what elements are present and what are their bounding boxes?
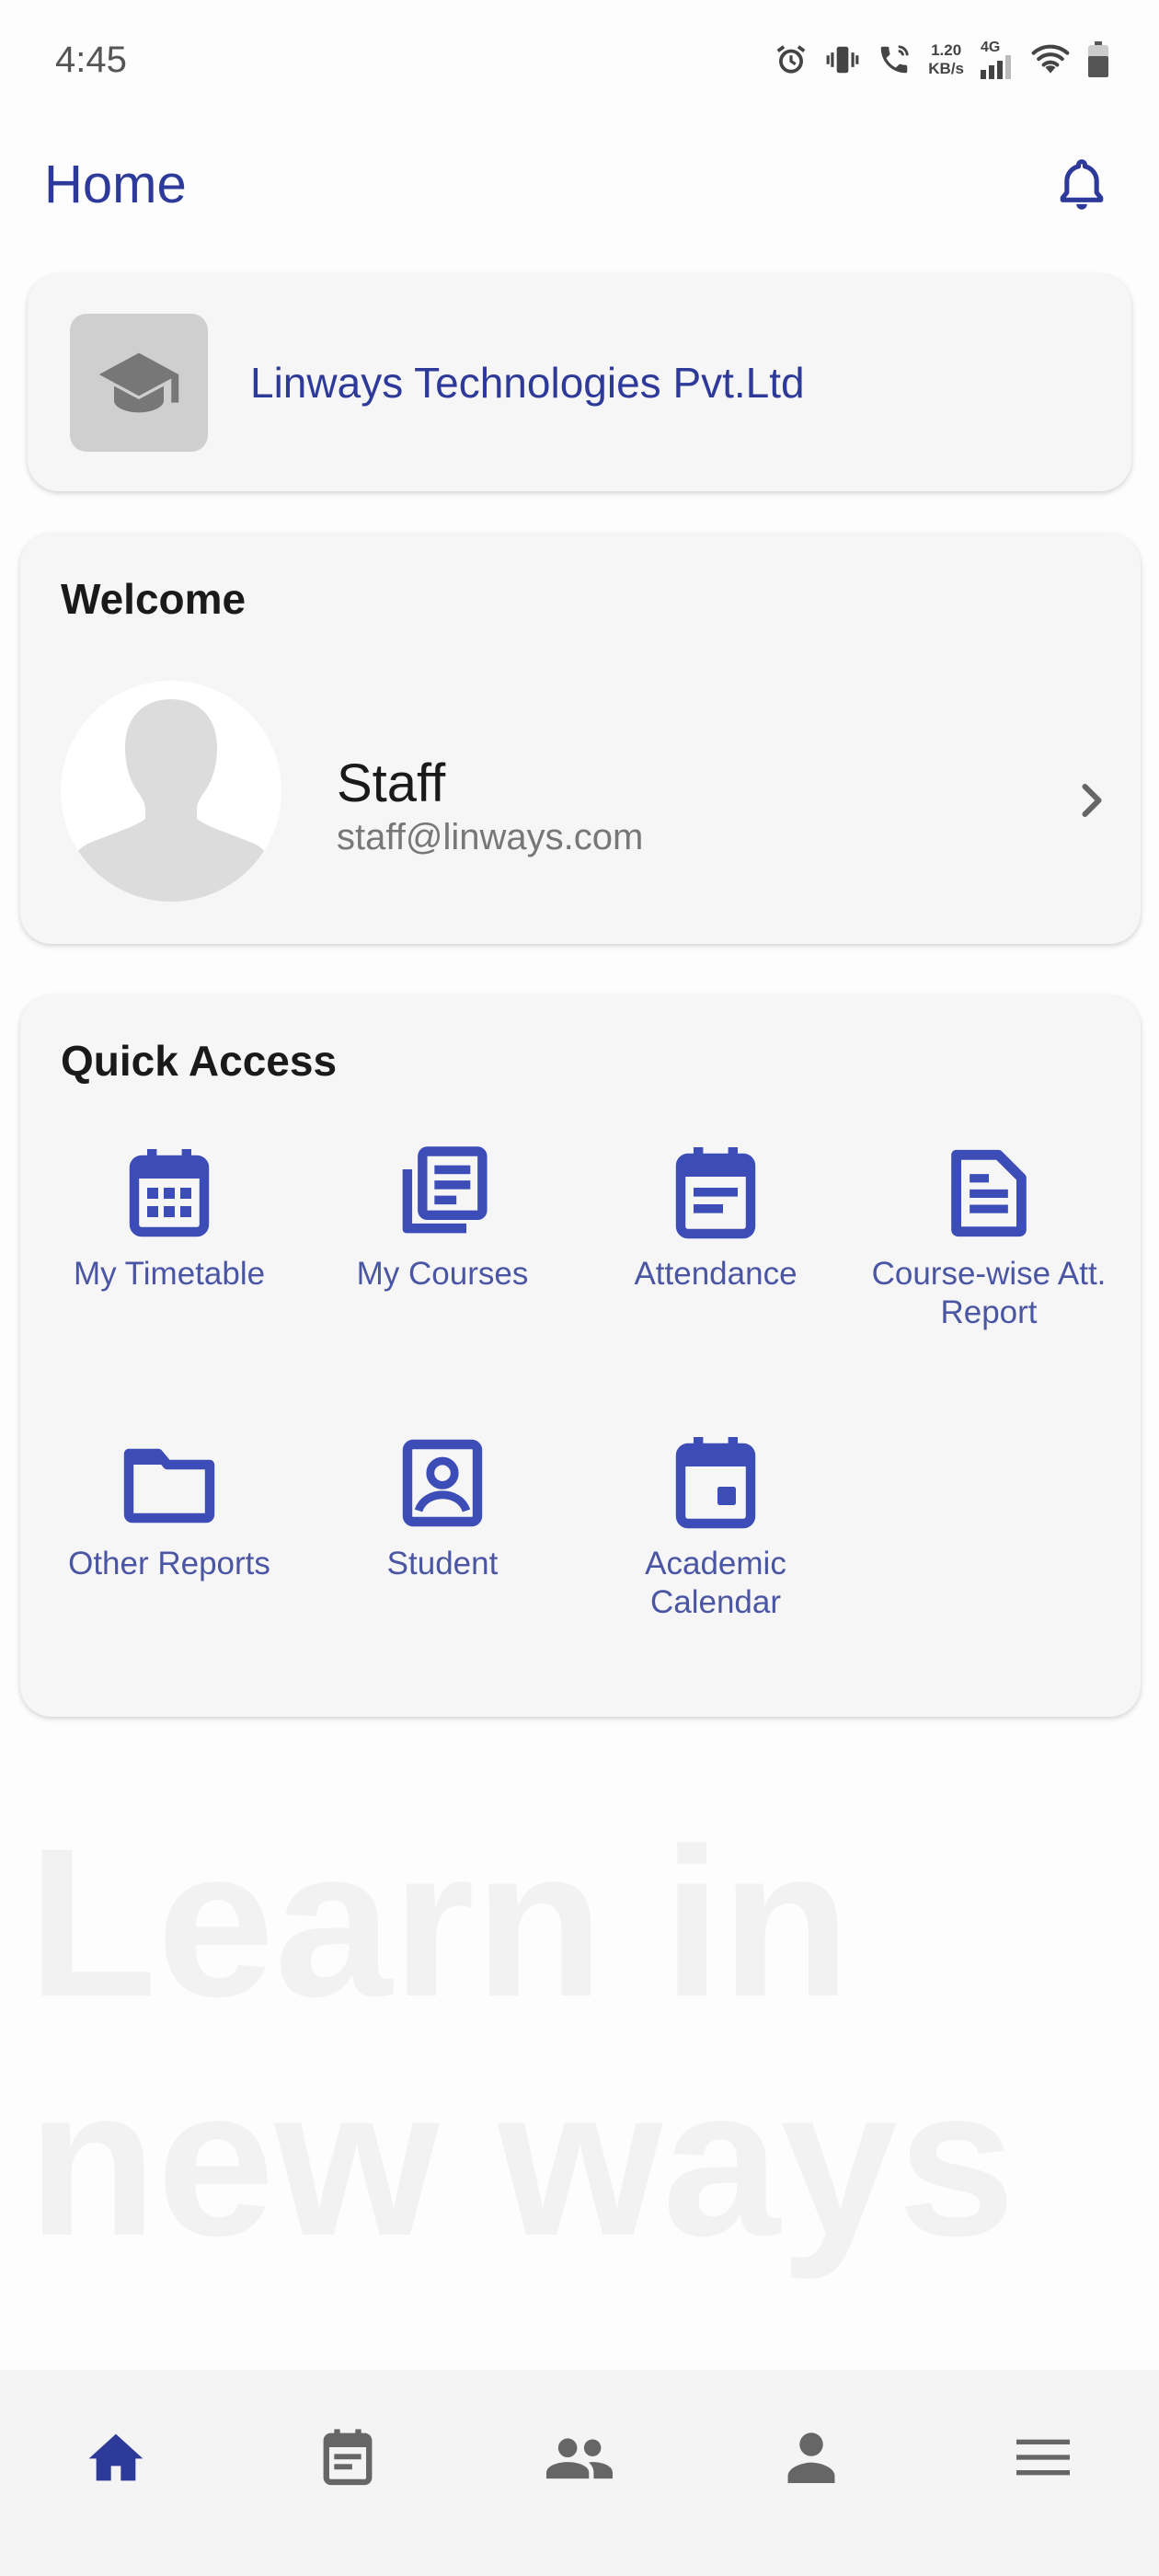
quick-access-attendance[interactable]: Attendance [578,1143,854,1294]
user-name: Staff [337,753,446,813]
organization-card[interactable]: Linways Technologies Pvt.Ltd [28,274,1131,491]
menu-icon [1016,2439,1070,2480]
welcome-heading: Welcome [61,575,247,623]
wifi-calling-icon [877,42,912,77]
quick-access-label: My Timetable [73,1256,266,1292]
nav-event-note[interactable] [293,2404,403,2514]
chevron-right-icon[interactable] [1069,773,1115,828]
bell-icon[interactable] [1054,156,1109,212]
quick-access-heading: Quick Access [61,1037,338,1085]
quick-access-my-timetable[interactable]: My Timetable [31,1143,307,1294]
contact-portrait-icon [392,1432,493,1534]
status-time: 4:45 [55,39,127,80]
battery-icon [1087,41,1109,78]
calendar-grid-icon [119,1143,220,1244]
quick-access-label: My Courses [356,1256,529,1292]
signal-icon: 4G [981,40,1014,79]
event-note-icon [320,2427,375,2492]
nav-people[interactable] [524,2404,635,2514]
quick-access-label: Academic Calendar [645,1546,786,1620]
nav-profile[interactable] [756,2404,866,2514]
library-books-icon [392,1143,493,1244]
alarm-icon [774,42,809,77]
quick-access-label: Student [386,1546,499,1581]
quick-access-course-wise-att-report[interactable]: Course-wise Att. Report [851,1143,1127,1332]
quick-access-card: Quick Access My Timetable My Courses Att… [20,995,1141,1717]
vibrate-icon [825,42,860,77]
home-icon [86,2432,145,2488]
watermark-text: Learn in new ways [28,1804,1016,2280]
net-speed: 1.20 KB/s [928,41,964,77]
people-icon [546,2434,613,2485]
calendar-event-icon [665,1432,766,1534]
person-icon [787,2432,835,2488]
quick-access-label: Attendance [634,1256,798,1292]
status-bar: 4:45 1.20 KB/s 4G [0,0,1159,120]
document-icon [938,1143,1039,1244]
default-avatar-icon [61,681,281,902]
app-header: Home [0,138,1159,230]
organization-name: Linways Technologies Pvt.Ltd [250,359,805,407]
quick-access-academic-calendar[interactable]: Academic Calendar [578,1432,854,1622]
bottom-navigation [0,2370,1159,2576]
quick-access-student[interactable]: Student [304,1432,580,1583]
quick-access-label: Course-wise Att. Report [871,1256,1107,1330]
nav-home[interactable] [61,2404,171,2514]
wifi-icon [1030,42,1071,77]
user-email: staff@linways.com [337,817,644,857]
nav-menu[interactable] [988,2404,1098,2514]
graduation-cap-icon [70,314,208,452]
folder-icon [119,1432,220,1534]
event-note-icon [665,1143,766,1244]
page-title: Home [44,154,187,214]
quick-access-label: Other Reports [68,1546,270,1581]
quick-access-other-reports[interactable]: Other Reports [31,1432,307,1583]
status-icons: 1.20 KB/s 4G [774,40,1109,79]
quick-access-my-courses[interactable]: My Courses [304,1143,580,1294]
welcome-card[interactable]: Welcome Staff staff@linways.com [20,534,1141,944]
